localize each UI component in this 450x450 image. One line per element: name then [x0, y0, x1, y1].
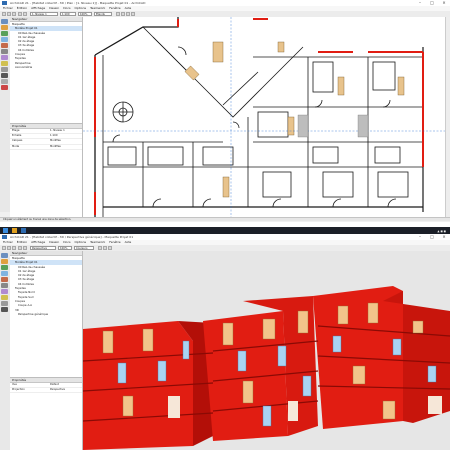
wall-tool-icon[interactable]: [1, 259, 8, 264]
section-icon[interactable]: [131, 12, 135, 16]
windows-start-icon[interactable]: [3, 228, 8, 233]
3d-view-icon[interactable]: [126, 12, 130, 16]
app-icon: [2, 235, 7, 239]
roof-tool-icon[interactable]: [1, 55, 8, 60]
save-icon[interactable]: [12, 12, 16, 16]
property-value[interactable]: 1:100: [50, 134, 57, 138]
property-value[interactable]: 1. Niveau 1: [50, 129, 65, 133]
properties-panel: Propriétés Étage 1. Niveau 1 Échelle 1:100…: [10, 123, 83, 218]
floor-plan-window: ArchiCAD 21 - [Habitat collectif - 3D / …: [0, 0, 450, 222]
dimension-tool-icon[interactable]: [1, 67, 8, 72]
redo-icon[interactable]: [23, 12, 27, 16]
pan-icon[interactable]: [103, 246, 107, 250]
properties-panel: Propriétés Vue Défaut Projection Perspecti…: [10, 377, 83, 450]
status-bar: Cliquez un élément ou tracez une zone de…: [0, 217, 450, 221]
stair-tool-icon[interactable]: [1, 283, 8, 288]
slab-tool-icon[interactable]: [1, 277, 8, 282]
property-key: Projection: [12, 388, 25, 392]
property-row: Mode Modifiés: [10, 145, 82, 150]
tree-item[interactable]: Axonométrie: [10, 65, 82, 69]
door-tool-icon[interactable]: [1, 31, 8, 36]
undo-icon[interactable]: [18, 246, 22, 250]
navigator-panel: Navigateur Maquette Modèle Projet 01 00 Re…: [10, 17, 83, 123]
property-key: Calques: [12, 139, 23, 143]
arrow-tool-icon[interactable]: [1, 253, 8, 258]
zone-tool-icon[interactable]: [1, 61, 8, 66]
property-value[interactable]: Modifiés: [50, 139, 61, 143]
floor-plan-drawing: [83, 17, 445, 217]
floor-plan-canvas[interactable]: [83, 17, 445, 217]
property-key: Mode: [12, 144, 20, 148]
arrow-tool-icon[interactable]: [1, 19, 8, 24]
style-select[interactable]: Couleurs: [74, 246, 94, 250]
redo-icon[interactable]: [23, 246, 27, 250]
window-tool-icon[interactable]: [1, 271, 8, 276]
3d-view-window: ▲ ◼ ◼ ArchiCAD 21 - [Habitat collectif -…: [0, 227, 450, 450]
orbit-icon[interactable]: [98, 246, 102, 250]
open-icon[interactable]: [7, 246, 11, 250]
windows-taskbar: ▲ ◼ ◼: [0, 227, 450, 234]
model-view-select[interactable]: Étendu: [94, 12, 112, 16]
layer-icon[interactable]: [116, 12, 120, 16]
3d-window-body: ArchiCAD 21 - [Habitat collectif - 3D / …: [0, 234, 450, 450]
archicad-taskbar-icon[interactable]: [21, 228, 26, 233]
3d-canvas[interactable]: [83, 251, 450, 450]
zoom-select[interactable]: 100%: [58, 246, 72, 250]
line-tool-icon[interactable]: [1, 79, 8, 84]
story-select[interactable]: 1. Niveau 1: [30, 12, 58, 16]
vertical-scrollbar[interactable]: [445, 17, 450, 217]
new-icon[interactable]: [2, 12, 6, 16]
project-tree: Maquette Modèle Projet 01 00 Rez-de-chauss…: [10, 22, 82, 69]
property-value[interactable]: Modifiés: [50, 145, 61, 149]
roof-tool-icon[interactable]: [1, 289, 8, 294]
open-icon[interactable]: [7, 12, 11, 16]
window-title: ArchiCAD 21 - [Habitat collectif - 3D / …: [10, 1, 146, 5]
property-value[interactable]: Défaut: [50, 383, 59, 387]
wall-tool-icon[interactable]: [1, 25, 8, 30]
stair-tool-icon[interactable]: [1, 49, 8, 54]
window-tool-icon[interactable]: [1, 37, 8, 42]
dimension-tool-icon[interactable]: [1, 301, 8, 306]
taskbar-tray: ▲ ◼ ◼: [437, 228, 446, 233]
explorer-icon[interactable]: [12, 228, 17, 233]
door-tool-icon[interactable]: [1, 265, 8, 270]
undo-icon[interactable]: [18, 12, 22, 16]
view-select[interactable]: Perspective: [30, 246, 56, 250]
app-icon: [2, 1, 7, 5]
text-tool-icon[interactable]: [1, 307, 8, 312]
new-icon[interactable]: [2, 246, 6, 250]
slab-tool-icon[interactable]: [1, 43, 8, 48]
property-key: Échelle: [12, 134, 22, 138]
save-icon[interactable]: [12, 246, 16, 250]
zoom-icon[interactable]: [108, 246, 112, 250]
pen-icon[interactable]: [121, 12, 125, 16]
property-value[interactable]: Perspective: [50, 388, 65, 392]
property-key: Vue: [12, 383, 17, 386]
tree-item[interactable]: Perspective générique: [10, 312, 82, 316]
navigator-panel: Navigateur Maquette Modèle Projet 01 00 Re…: [10, 251, 83, 377]
text-tool-icon[interactable]: [1, 73, 8, 78]
window-title: ArchiCAD 21 - [Habitat collectif - 3D / …: [10, 235, 134, 239]
property-row: Projection Perspective: [10, 388, 82, 394]
project-tree: Maquette Modèle Projet 01 00 Rez-de-chauss…: [10, 256, 82, 316]
zone-tool-icon[interactable]: [1, 295, 8, 300]
property-key: Étage: [12, 129, 20, 132]
fill-tool-icon[interactable]: [1, 85, 8, 90]
scale-select[interactable]: 1:100: [60, 12, 76, 16]
3d-building-model: [83, 251, 450, 450]
zoom-select[interactable]: 100%: [78, 12, 92, 16]
